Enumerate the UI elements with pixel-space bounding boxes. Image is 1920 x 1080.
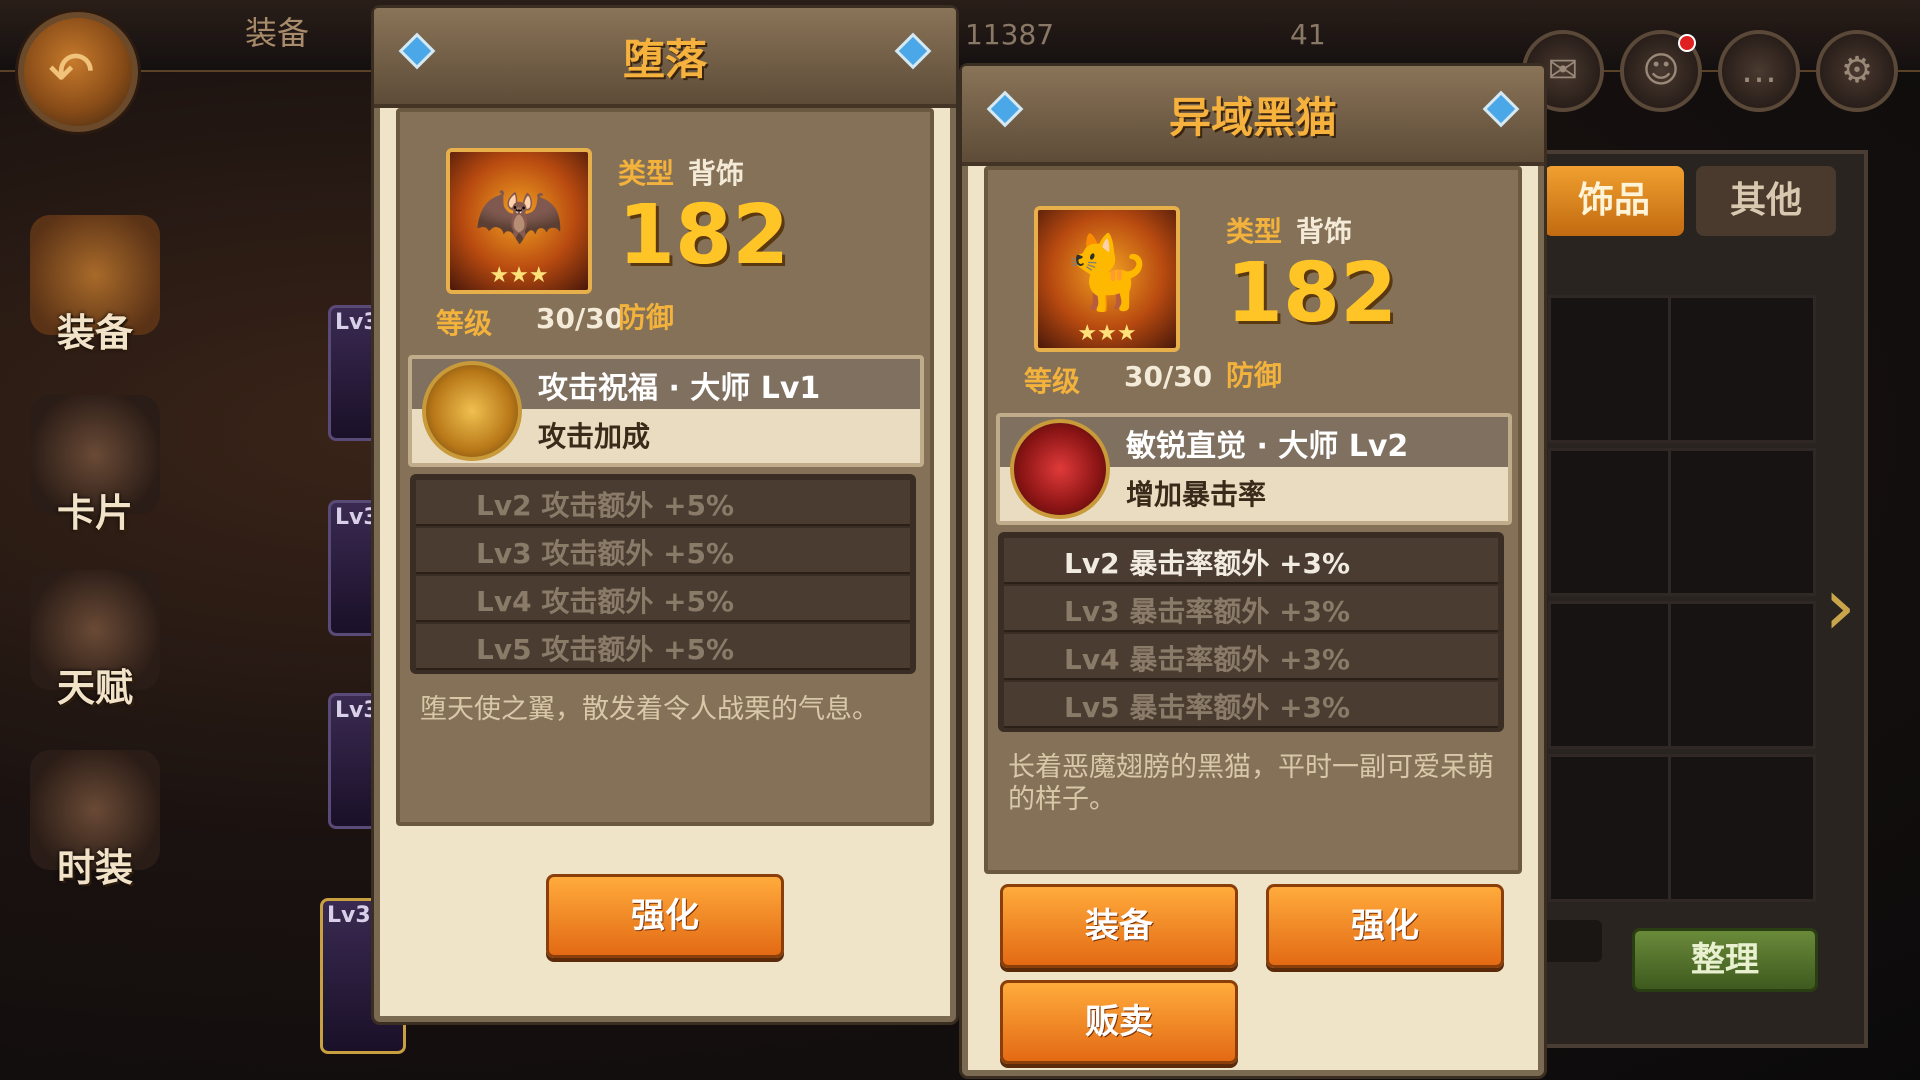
gem-amount: 41 <box>1290 18 1326 51</box>
level-value: 30/30 <box>536 302 625 335</box>
settings-icon[interactable]: ⚙ <box>1816 30 1898 112</box>
level-value: 30/30 <box>1124 360 1213 393</box>
skill-level-row: Lv2 攻击额外 +5% <box>416 480 910 526</box>
item-detail-popup-black-cat: 异域黑猫 🐈 ★★★ 类型 背饰 182 等级 30/30 防御 敏锐直觉 · … <box>962 66 1544 1076</box>
item-detail-popup-fallen: 堕落 🦇 ★★★ 类型 背饰 182 等级 30/30 防御 攻击祝福 · 大师… <box>374 8 956 1022</box>
dark-wings-icon: 🦇 <box>474 172 564 256</box>
skill-levels-list: Lv2 攻击额外 +5% Lv3 攻击额外 +5% Lv4 攻击额外 +5% L… <box>410 474 916 674</box>
inventory-cell[interactable] <box>1668 295 1816 443</box>
inventory-panel: 饰品 其他 <box>1540 150 1868 1048</box>
equip-button[interactable]: 装备 <box>1000 884 1238 968</box>
defense-label: 防御 <box>618 301 675 334</box>
item-description: 长着恶魔翅膀的黑猫，平时一副可爱呆萌的样子。 <box>1008 752 1494 815</box>
type-label: 类型 <box>618 157 675 190</box>
skill-name: 攻击祝福 · 大师 Lv1 <box>538 371 821 406</box>
skill-description: 攻击加成 <box>538 420 651 453</box>
star-rating: ★★★ <box>489 263 549 288</box>
sidebar-item-label: 时装 <box>56 846 133 890</box>
sidebar-item-cards[interactable]: 卡片 <box>0 385 190 545</box>
back-arrow-icon: ↶ <box>48 40 95 105</box>
level-label: 等级 <box>1024 365 1081 398</box>
item-description: 堕天使之翼，散发着令人战栗的气息。 <box>420 694 879 725</box>
black-cat-icon: 🐈 <box>1062 230 1152 314</box>
sword-icon <box>422 361 522 461</box>
currency-amount: 11387 <box>965 18 1055 51</box>
skill-description: 增加暴击率 <box>1126 478 1267 511</box>
type-label: 类型 <box>1226 215 1283 248</box>
back-button[interactable]: ↶ <box>18 12 138 132</box>
type-value: 背饰 <box>688 157 745 190</box>
type-value: 背饰 <box>1296 215 1353 248</box>
level-label: 等级 <box>436 307 493 340</box>
item-info-panel: 🐈 ★★★ 类型 背饰 182 等级 30/30 防御 敏锐直觉 · 大师 Lv… <box>984 166 1522 874</box>
skill-level-row: Lv3 暴击率额外 +3% <box>1004 586 1498 632</box>
inventory-cell[interactable] <box>1668 754 1816 902</box>
sidebar-item-talent[interactable]: 天赋 <box>0 560 190 720</box>
sidebar-item-label: 装备 <box>56 311 133 355</box>
page-title: 装备 <box>245 14 310 52</box>
skill-level-row: Lv5 攻击额外 +5% <box>416 624 910 670</box>
popup-header: 堕落 <box>374 8 956 108</box>
inventory-cell[interactable] <box>1668 601 1816 749</box>
sidebar-item-label: 卡片 <box>56 491 133 535</box>
skill-card: 攻击祝福 · 大师 Lv1 攻击加成 <box>408 355 924 467</box>
item-portrait: 🐈 ★★★ <box>1034 206 1180 352</box>
sell-button[interactable]: 贩卖 <box>1000 980 1238 1064</box>
defense-value: 182 <box>618 188 790 283</box>
next-page-icon[interactable]: › <box>1824 560 1856 653</box>
defense-value: 182 <box>1226 246 1398 341</box>
skill-level-row: Lv5 暴击率额外 +3% <box>1004 682 1498 728</box>
enhance-button[interactable]: 强化 <box>1266 884 1504 968</box>
capacity-slot <box>1542 920 1602 962</box>
skill-name: 敏锐直觉 · 大师 Lv2 <box>1126 429 1409 464</box>
sidebar-item-label: 天赋 <box>56 666 133 710</box>
chat-icon[interactable]: … <box>1718 30 1800 112</box>
skill-level-row: Lv2 暴击率额外 +3% <box>1004 538 1498 584</box>
sidebar-item-fashion[interactable]: 时装 <box>0 740 190 900</box>
skill-level-row: Lv3 攻击额外 +5% <box>416 528 910 574</box>
popup-header: 异域黑猫 <box>962 66 1544 166</box>
defense-label: 防御 <box>1226 359 1283 392</box>
skill-levels-list: Lv2 暴击率额外 +3% Lv3 暴击率额外 +3% Lv4 暴击率额外 +3… <box>998 532 1504 732</box>
sidebar-item-equipment[interactable]: 装备 <box>0 205 190 365</box>
item-title: 异域黑猫 <box>1168 93 1337 142</box>
star-rating: ★★★ <box>1077 321 1137 346</box>
sort-button[interactable]: 整理 <box>1632 928 1818 992</box>
skill-level-row: Lv4 暴击率额外 +3% <box>1004 634 1498 680</box>
tab-accessories[interactable]: 饰品 <box>1544 166 1684 236</box>
item-title: 堕落 <box>622 35 707 84</box>
friends-icon[interactable]: ☺ <box>1620 30 1702 112</box>
enhance-button[interactable]: 强化 <box>546 874 784 958</box>
skill-level-row: Lv4 攻击额外 +5% <box>416 576 910 622</box>
tab-others[interactable]: 其他 <box>1696 166 1836 236</box>
item-portrait: 🦇 ★★★ <box>446 148 592 294</box>
skill-card: 敏锐直觉 · 大师 Lv2 增加暴击率 <box>996 413 1512 525</box>
item-info-panel: 🦇 ★★★ 类型 背饰 182 等级 30/30 防御 攻击祝福 · 大师 Lv… <box>396 108 934 826</box>
notification-dot <box>1678 34 1696 52</box>
inventory-cell[interactable] <box>1668 448 1816 596</box>
demon-wings-icon <box>1010 419 1110 519</box>
